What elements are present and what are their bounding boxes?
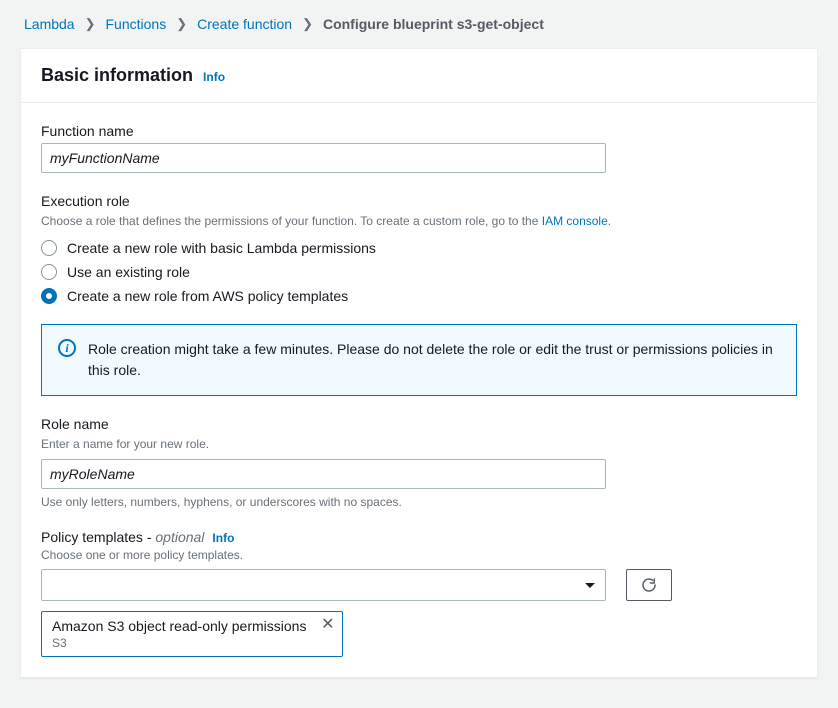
function-name-group: Function name <box>41 123 797 173</box>
remove-token-button[interactable]: ✕ <box>321 617 334 633</box>
panel-header: Basic information Info <box>21 49 817 103</box>
caret-down-icon <box>585 583 595 588</box>
chevron-right-icon: ❯ <box>176 16 187 32</box>
info-icon: i <box>58 339 76 357</box>
optional-text: optional <box>155 529 204 545</box>
breadcrumb: Lambda ❯ Functions ❯ Create function ❯ C… <box>20 12 818 48</box>
token-subtitle: S3 <box>52 636 306 650</box>
refresh-button[interactable] <box>626 569 672 601</box>
role-name-input[interactable] <box>41 459 606 489</box>
radio-policy-templates[interactable]: Create a new role from AWS policy templa… <box>41 288 797 304</box>
close-icon: ✕ <box>321 616 334 633</box>
radio-label: Create a new role with basic Lambda perm… <box>67 240 376 256</box>
policy-templates-label: Policy templates - <box>41 529 155 545</box>
iam-console-link[interactable]: IAM console <box>542 214 608 228</box>
radio-label: Create a new role from AWS policy templa… <box>67 288 348 304</box>
info-link[interactable]: Info <box>203 70 225 84</box>
policy-templates-description: Choose one or more policy templates. <box>41 547 797 564</box>
breadcrumb-create-function[interactable]: Create function <box>197 16 292 32</box>
execution-role-group: Execution role Choose a role that define… <box>41 193 797 304</box>
alert-text: Role creation might take a few minutes. … <box>88 339 780 381</box>
execution-role-description: Choose a role that defines the permissio… <box>41 213 797 230</box>
chevron-right-icon: ❯ <box>302 16 313 32</box>
chevron-right-icon: ❯ <box>85 16 96 32</box>
role-name-description: Enter a name for your new role. <box>41 436 797 453</box>
policy-template-token: Amazon S3 object read-only permissions S… <box>41 611 343 657</box>
radio-label: Use an existing role <box>67 264 190 280</box>
role-name-constraint: Use only letters, numbers, hyphens, or u… <box>41 495 797 509</box>
execution-role-radio-list: Create a new role with basic Lambda perm… <box>41 240 797 304</box>
radio-icon <box>41 264 57 280</box>
function-name-label: Function name <box>41 123 797 139</box>
radio-basic-permissions[interactable]: Create a new role with basic Lambda perm… <box>41 240 797 256</box>
radio-icon <box>41 240 57 256</box>
breadcrumb-current: Configure blueprint s3-get-object <box>323 16 544 32</box>
policy-templates-group: Policy templates - optional Info Choose … <box>41 529 797 658</box>
role-creation-alert: i Role creation might take a few minutes… <box>41 324 797 396</box>
policy-templates-info-link[interactable]: Info <box>212 531 234 545</box>
breadcrumb-functions[interactable]: Functions <box>106 16 167 32</box>
refresh-icon <box>641 577 657 593</box>
basic-information-panel: Basic information Info Function name Exe… <box>20 48 818 678</box>
panel-title: Basic information <box>41 65 193 86</box>
token-title: Amazon S3 object read-only permissions <box>52 618 306 634</box>
role-name-group: Role name Enter a name for your new role… <box>41 416 797 509</box>
breadcrumb-lambda[interactable]: Lambda <box>24 16 75 32</box>
radio-existing-role[interactable]: Use an existing role <box>41 264 797 280</box>
policy-templates-select[interactable] <box>41 569 606 601</box>
execution-role-label: Execution role <box>41 193 797 209</box>
radio-icon <box>41 288 57 304</box>
role-name-label: Role name <box>41 416 797 432</box>
function-name-input[interactable] <box>41 143 606 173</box>
